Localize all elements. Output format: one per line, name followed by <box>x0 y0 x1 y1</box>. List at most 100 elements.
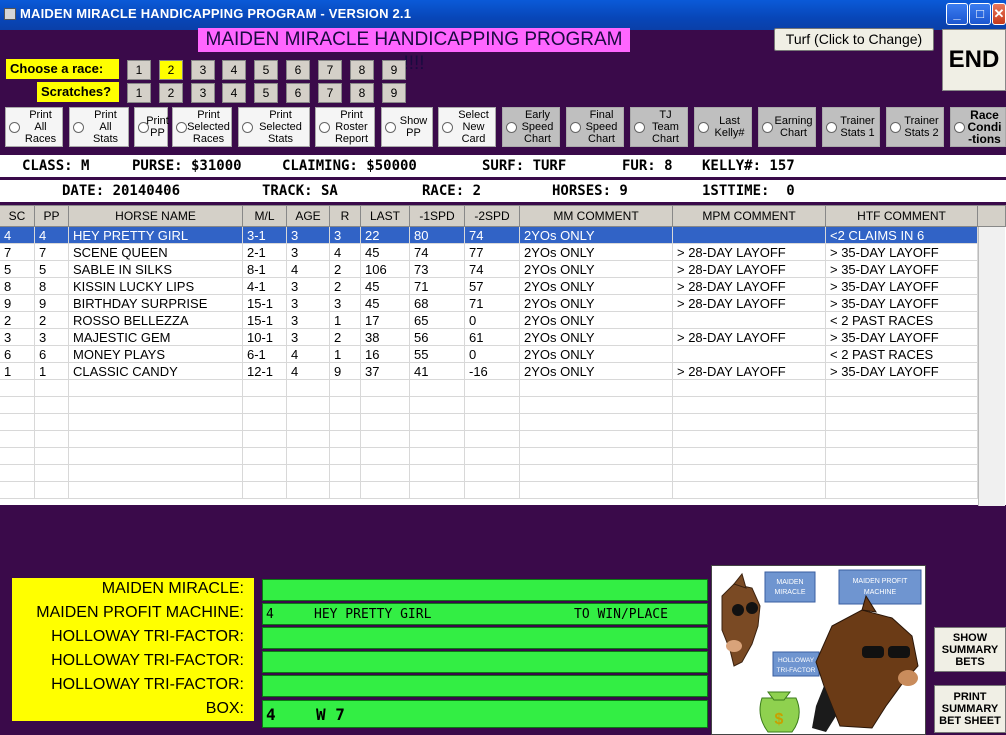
last-kelly-option[interactable]: Last Kelly# <box>694 107 752 147</box>
race-button-5[interactable]: 5 <box>254 60 278 80</box>
race-button-3[interactable]: 3 <box>191 60 215 80</box>
table-row[interactable]: 3 3 MAJESTIC GEM 10-1 3 2 38 56 61 2YOs ONLY > 28-… <box>0 329 978 346</box>
final-speed-chart-option[interactable]: Final Speed Chart <box>566 107 624 147</box>
race-button-2[interactable]: 2 <box>159 60 183 80</box>
early-speed-chart-option[interactable]: Early Speed Chart <box>502 107 560 147</box>
radio-circle-icon[interactable] <box>762 122 773 133</box>
column-header-last[interactable]: LAST <box>361 206 410 227</box>
scratch-button-4[interactable]: 4 <box>222 83 246 103</box>
radio-circle-icon[interactable] <box>9 122 20 133</box>
table-cell: 9 <box>0 295 35 312</box>
column-header-2spd[interactable]: -2SPD <box>465 206 520 227</box>
radio-circle-icon[interactable] <box>73 122 84 133</box>
race-conditions-option[interactable]: Race Condi -tions <box>950 107 1006 147</box>
table-cell: 106 <box>361 261 410 278</box>
earning-chart-option[interactable]: Earning Chart <box>758 107 816 147</box>
print-selected-stats-option[interactable]: Print Selected Stats <box>238 107 310 147</box>
column-header-htf-comment[interactable]: HTF COMMENT <box>826 206 978 227</box>
radio-circle-icon[interactable] <box>442 122 453 133</box>
radio-circle-icon[interactable] <box>634 122 645 133</box>
scratch-button-6[interactable]: 6 <box>286 83 310 103</box>
table-row[interactable]: 8 8 KISSIN LUCKY LIPS 4-1 3 2 45 71 57 2YOs ONLY >… <box>0 278 978 295</box>
column-header-sc[interactable]: SC <box>0 206 35 227</box>
scratch-button-9[interactable]: 9 <box>382 83 406 103</box>
radio-circle-icon[interactable] <box>698 122 709 133</box>
turf-toggle-button[interactable]: Turf (Click to Change) <box>774 28 934 51</box>
radio-circle-icon[interactable] <box>570 122 581 133</box>
table-cell <box>410 482 465 499</box>
table-row[interactable] <box>0 414 978 431</box>
table-row[interactable] <box>0 431 978 448</box>
column-header-1spd[interactable]: -1SPD <box>410 206 465 227</box>
scratch-button-1[interactable]: 1 <box>127 83 151 103</box>
column-header-m-l[interactable]: M/L <box>243 206 287 227</box>
table-row[interactable]: 6 6 MONEY PLAYS 6-1 4 1 16 55 0 2YOs ONLY < 2 PAST… <box>0 346 978 363</box>
race-button-1[interactable]: 1 <box>127 60 151 80</box>
close-button[interactable]: ✕ <box>992 3 1006 25</box>
select-new-card-option[interactable]: Select New Card <box>438 107 496 147</box>
table-row[interactable]: 9 9 BIRTHDAY SURPRISE 15-1 3 3 45 68 71 2YOs ONLY… <box>0 295 978 312</box>
show-summary-bets-button[interactable]: SHOW SUMMARY BETS <box>934 627 1006 672</box>
print-all-stats-option[interactable]: Print All Stats <box>69 107 129 147</box>
radio-circle-icon[interactable] <box>954 122 965 133</box>
column-header-horse-name[interactable]: HORSE NAME <box>69 206 243 227</box>
radio-circle-icon[interactable] <box>176 122 187 133</box>
radio-circle-icon[interactable] <box>826 122 837 133</box>
column-header-r[interactable]: R <box>330 206 361 227</box>
print-all-races-option[interactable]: Print All Races <box>5 107 63 147</box>
app-icon[interactable] <box>4 8 16 20</box>
column-header-mpm-comment[interactable]: MPM COMMENT <box>673 206 826 227</box>
table-row[interactable] <box>0 482 978 499</box>
scratch-button-3[interactable]: 3 <box>191 83 215 103</box>
table-cell: <2 CLAIMS IN 6 <box>826 227 978 244</box>
table-row[interactable] <box>0 448 978 465</box>
table-scrollbar[interactable] <box>978 227 1005 506</box>
maximize-button[interactable]: □ <box>969 3 991 25</box>
column-header-pp[interactable]: PP <box>35 206 69 227</box>
table-cell: > 35-DAY LAYOFF <box>826 261 978 278</box>
table-row[interactable]: 5 5 SABLE IN SILKS 8-1 4 2 106 73 74 2YOs ONLY > 2… <box>0 261 978 278</box>
radio-circle-icon[interactable] <box>385 122 396 133</box>
radio-circle-icon[interactable] <box>890 122 901 133</box>
table-cell <box>287 431 330 448</box>
table-cell: 3 <box>287 244 330 261</box>
table-cell <box>520 414 673 431</box>
minimize-button[interactable]: _ <box>946 3 968 25</box>
table-cell: 3 <box>287 278 330 295</box>
table-row[interactable]: 4 4 HEY PRETTY GIRL 3-1 3 3 22 80 74 2YOs ONLY <2 … <box>0 227 978 244</box>
table-row[interactable] <box>0 380 978 397</box>
race-button-6[interactable]: 6 <box>286 60 310 80</box>
scratch-button-2[interactable]: 2 <box>159 83 183 103</box>
scratch-button-8[interactable]: 8 <box>350 83 374 103</box>
table-row[interactable] <box>0 465 978 482</box>
end-button[interactable]: END <box>942 29 1006 91</box>
race-button-8[interactable]: 8 <box>350 60 374 80</box>
print-selected-races-option[interactable]: Print Selected Races <box>172 107 232 147</box>
table-cell <box>465 380 520 397</box>
tj-team-chart-option[interactable]: TJ Team Chart <box>630 107 688 147</box>
table-row[interactable] <box>0 397 978 414</box>
table-row[interactable]: 7 7 SCENE QUEEN 2-1 3 4 45 74 77 2YOs ONLY > 28-DA… <box>0 244 978 261</box>
table-row[interactable]: 2 2 ROSSO BELLEZZA 15-1 3 1 17 65 0 2YOs ONLY < 2 … <box>0 312 978 329</box>
column-header-age[interactable]: AGE <box>287 206 330 227</box>
print-pp-option[interactable]: Print PP <box>134 107 169 147</box>
column-header-mm-comment[interactable]: MM COMMENT <box>520 206 673 227</box>
scratch-button-7[interactable]: 7 <box>318 83 342 103</box>
scratch-button-5[interactable]: 5 <box>254 83 278 103</box>
kelly-info: KELLY#: 157 <box>702 158 795 174</box>
race-button-9[interactable]: 9 <box>382 60 406 80</box>
radio-circle-icon[interactable] <box>506 122 517 133</box>
print-roster-report-option[interactable]: Print Roster Report <box>315 107 375 147</box>
table-cell <box>826 465 978 482</box>
trainer-stats-1-option[interactable]: Trainer Stats 1 <box>822 107 880 147</box>
table-row[interactable]: 1 1 CLASSIC CANDY 12-1 4 9 37 41 -16 2YOs ONLY > 2… <box>0 363 978 380</box>
show-pp-option[interactable]: Show PP <box>381 107 433 147</box>
race-button-4[interactable]: 4 <box>222 60 246 80</box>
race-button-7[interactable]: 7 <box>318 60 342 80</box>
print-summary-bet-sheet-button[interactable]: PRINT SUMMARY BET SHEET <box>934 685 1006 733</box>
mpm-pp: 4 <box>266 607 274 622</box>
table-cell: KISSIN LUCKY LIPS <box>69 278 243 295</box>
radio-circle-icon[interactable] <box>319 122 330 133</box>
trainer-stats-2-option[interactable]: Trainer Stats 2 <box>886 107 944 147</box>
radio-circle-icon[interactable] <box>242 122 253 133</box>
